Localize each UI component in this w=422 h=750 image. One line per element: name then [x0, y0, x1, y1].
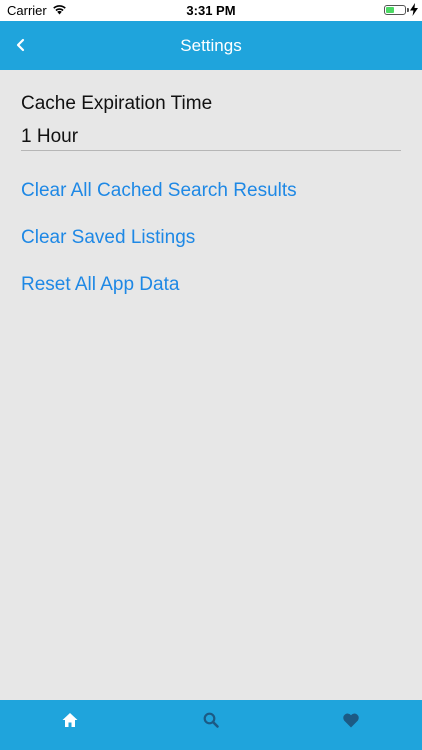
- clear-cached-search-results-button[interactable]: Clear All Cached Search Results: [21, 180, 297, 202]
- charging-bolt-icon: [410, 3, 418, 16]
- home-icon[interactable]: [60, 710, 80, 730]
- tab-bar: [0, 700, 422, 750]
- clock: 3:31 PM: [186, 3, 236, 18]
- nav-bar: Settings: [0, 21, 422, 70]
- search-icon[interactable]: [201, 710, 221, 730]
- status-bar: Carrier 3:31 PM: [0, 0, 422, 21]
- reset-app-data-button[interactable]: Reset All App Data: [21, 274, 179, 296]
- clear-saved-listings-button[interactable]: Clear Saved Listings: [21, 227, 195, 249]
- battery-cap: [407, 8, 409, 12]
- cache-expiration-label: Cache Expiration Time: [21, 93, 213, 114]
- page-title: Settings: [180, 36, 242, 55]
- battery-icon: [384, 5, 406, 15]
- battery-fill: [386, 7, 394, 13]
- cache-expiration-picker[interactable]: 1 Hour: [21, 126, 401, 151]
- heart-icon[interactable]: [341, 710, 361, 730]
